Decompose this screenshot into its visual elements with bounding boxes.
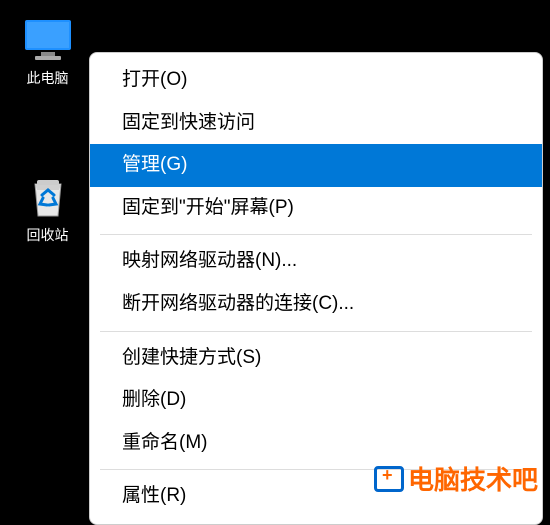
menu-separator bbox=[100, 469, 532, 470]
menu-item-manage[interactable]: 管理(G) bbox=[90, 144, 542, 187]
desktop: 此电脑 回收站 打开(O) 固定到快速访问 管理(G) 固定到"开始"屏幕(P)… bbox=[0, 0, 550, 503]
menu-separator bbox=[100, 331, 532, 332]
menu-separator bbox=[100, 234, 532, 235]
monitor-icon bbox=[23, 18, 73, 62]
menu-item-delete[interactable]: 删除(D) bbox=[90, 379, 542, 422]
desktop-icon-recycle-bin[interactable]: 回收站 bbox=[10, 175, 85, 245]
menu-item-properties[interactable]: 属性(R) bbox=[90, 475, 542, 518]
menu-item-pin-start[interactable]: 固定到"开始"屏幕(P) bbox=[90, 187, 542, 230]
desktop-icon-label: 回收站 bbox=[27, 225, 69, 245]
context-menu: 打开(O) 固定到快速访问 管理(G) 固定到"开始"屏幕(P) 映射网络驱动器… bbox=[89, 52, 543, 525]
desktop-icon-this-pc[interactable]: 此电脑 bbox=[10, 18, 85, 88]
menu-item-disconnect-network-drive[interactable]: 断开网络驱动器的连接(C)... bbox=[90, 283, 542, 326]
menu-item-create-shortcut[interactable]: 创建快捷方式(S) bbox=[90, 337, 542, 380]
menu-item-pin-quick-access[interactable]: 固定到快速访问 bbox=[90, 102, 542, 145]
menu-item-rename[interactable]: 重命名(M) bbox=[90, 422, 542, 465]
menu-item-open[interactable]: 打开(O) bbox=[90, 59, 542, 102]
desktop-icon-label: 此电脑 bbox=[27, 68, 69, 88]
menu-item-map-network-drive[interactable]: 映射网络驱动器(N)... bbox=[90, 240, 542, 283]
recycle-bin-icon bbox=[23, 175, 73, 219]
